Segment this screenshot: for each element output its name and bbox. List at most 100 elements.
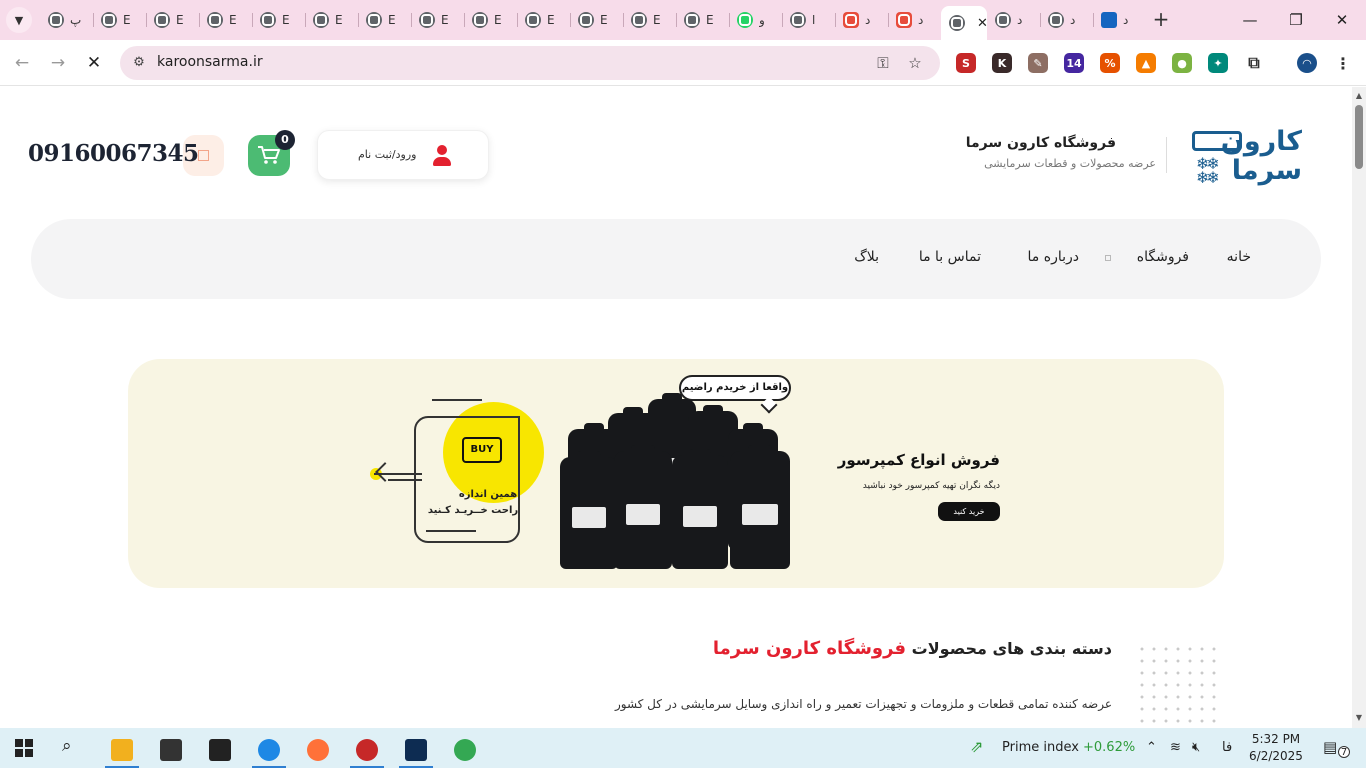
tab-title: E [229,13,237,27]
brand-name: فروشگاه کارون سرما [965,135,1116,151]
taskbar-chrome-1[interactable] [249,732,289,768]
categories-heading: دسته بندی های محصولات فروشگاه کارون سرما [713,638,1112,659]
wifi-icon[interactable]: ≋ [1170,740,1181,755]
chevron-up-icon[interactable]: ⌃ [1146,740,1157,755]
tab-title: پ [70,13,82,27]
windows-start-icon[interactable] [15,739,33,757]
ext-red-icon[interactable]: S [956,53,976,73]
browser-tab[interactable]: E [517,6,570,34]
back-button[interactable]: ← [10,51,34,75]
globe-icon [154,12,170,28]
ext-colorwheel-icon[interactable]: ● [1172,53,1192,73]
bookmark-star-icon[interactable]: ☆ [905,53,925,73]
digikala-icon [843,12,859,28]
login-register-button[interactable]: ورود/ثبت نام [317,130,489,180]
brand-tagline: عرضه محصولات و قطعات سرمایشی [984,157,1156,170]
taskbar-file-explorer[interactable] [102,732,142,768]
browser-tab[interactable]: ا [782,6,835,34]
page-scrollbar[interactable]: ▲ ▼ [1352,87,1366,728]
menu-item-about[interactable]: درباره ما [1028,249,1079,265]
globe-icon [631,12,647,28]
ext-dev-icon[interactable]: ✦ [1208,53,1228,73]
taskbar-firefox[interactable] [298,732,338,768]
minimize-button[interactable]: — [1238,8,1262,32]
banner-buy-button[interactable]: خرید کنید [938,502,1000,521]
browser-tab[interactable]: E [146,6,199,34]
close-window-button[interactable]: ✕ [1330,8,1354,32]
browser-tab[interactable]: E [358,6,411,34]
forward-button[interactable]: → [46,51,70,75]
browser-tab[interactable]: E [93,6,146,34]
system-clock[interactable]: 5:32 PM 6/2/2025 [1244,731,1308,765]
scroll-up-icon[interactable]: ▲ [1354,91,1364,100]
scroll-down-icon[interactable]: ▼ [1354,713,1364,722]
browser-tab[interactable]: E [305,6,358,34]
site-logo[interactable]: ❄❄ ❄❄ کارون سرما [1190,127,1302,187]
taskbar-store[interactable] [200,732,240,768]
globe-icon [1048,12,1064,28]
categories-heading-highlight: فروشگاه کارون سرما [712,638,907,659]
notifications-icon[interactable]: ▤ [1323,738,1337,756]
tab-title: E [441,13,449,27]
browser-tab[interactable]: د [1093,6,1146,34]
phone-number[interactable]: 09160067345 [28,140,199,167]
photoshop-icon [405,739,427,761]
globe-icon [48,12,64,28]
browser-tab[interactable]: ک✕ [941,6,988,40]
taskbar-chrome-2[interactable] [445,732,485,768]
browser-tab[interactable]: د [1040,6,1093,34]
browser-tab[interactable]: د [987,6,1040,34]
ext-k-icon[interactable]: K [992,53,1012,73]
browser-tab[interactable]: E [199,6,252,34]
extensions-puzzle-icon[interactable]: ⧉ [1244,53,1264,73]
language-indicator[interactable]: فا [1222,740,1232,755]
menu-item-contact[interactable]: تماس با ما [919,249,981,265]
menu-dropdown-icon[interactable] [1105,255,1111,261]
browser-tab[interactable]: E [570,6,623,34]
ext-pen-icon[interactable]: ✎ [1028,53,1048,73]
browser-tab[interactable]: د [835,6,888,34]
password-key-icon[interactable]: ⚿ [873,53,893,73]
square-icon [198,150,209,161]
menu-item-home[interactable]: خانه [1227,249,1251,265]
address-bar[interactable]: ⚙ karoonsarma.ir ⚿ ☆ [120,46,940,80]
browser-tab[interactable]: پ [40,6,93,34]
cart-icon [258,146,280,164]
browser-tab[interactable]: E [252,6,305,34]
browser-tab[interactable]: د [888,6,941,34]
taskbar-app-badge[interactable] [347,732,387,768]
menu-item-shop[interactable]: فروشگاه [1137,249,1189,265]
menu-kebab-icon[interactable]: ⋮ [1333,53,1353,73]
restore-button[interactable]: ❐ [1284,8,1308,32]
stop-loading-button[interactable]: ✕ [82,51,106,75]
menu-item-blog[interactable]: بلاگ [854,249,879,265]
browser-tab[interactable]: E [411,6,464,34]
volume-muted-icon[interactable]: 🔇︎ [1192,740,1200,755]
new-tab-button[interactable]: + [1150,8,1172,30]
taskbar-photoshop[interactable] [396,732,436,768]
ext-flame-icon[interactable]: ▲ [1136,53,1156,73]
globe-icon [472,12,488,28]
store-icon [209,739,231,761]
site-info-icon[interactable]: ⚙ [130,54,148,72]
browser-tab[interactable]: E [464,6,517,34]
tab-title: د [1123,13,1129,27]
decor-line [426,530,476,532]
notification-count: 7 [1338,746,1350,758]
globe-icon [313,12,329,28]
taskbar-mail[interactable] [151,732,191,768]
profile-avatar[interactable]: ◠ [1297,53,1317,73]
globe-icon [578,12,594,28]
hero-banner[interactable]: فروش انواع کمپرسور دیگه نگران تهیه کمپرس… [128,359,1224,588]
tab-search-button[interactable]: ▼ [6,7,32,33]
scrollbar-thumb[interactable] [1355,105,1363,169]
stock-chart-icon: ⇗ [970,737,984,756]
ext-graduate-icon[interactable]: 14 [1064,53,1084,73]
dot-pattern [1136,643,1222,728]
ext-orange-icon[interactable]: % [1100,53,1120,73]
search-icon[interactable]: ⌕ [62,736,72,756]
browser-tab[interactable]: و [729,6,782,34]
browser-tab[interactable]: E [676,6,729,34]
stock-name[interactable]: Prime index [1002,740,1079,755]
browser-tab[interactable]: E [623,6,676,34]
